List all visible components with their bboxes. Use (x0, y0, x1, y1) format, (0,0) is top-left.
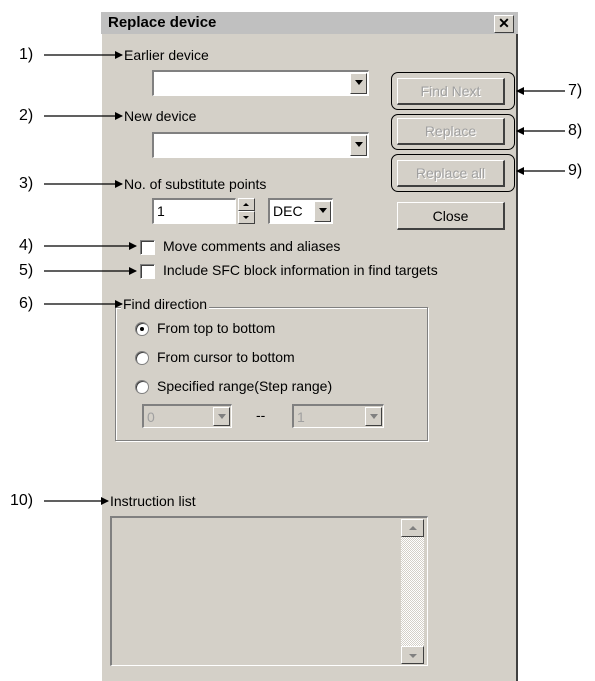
callout-9: 9) (568, 162, 583, 179)
callout-4: 4) (19, 237, 34, 254)
move-comments-label: Move comments and aliases (163, 238, 341, 254)
radio-specified-range[interactable] (135, 380, 149, 394)
radio-label-top-to-bottom: From top to bottom (157, 320, 276, 336)
instruction-list-scrollbar[interactable] (401, 519, 424, 664)
chevron-down-icon[interactable] (350, 135, 367, 156)
callout-10: 10) (10, 492, 34, 509)
instruction-list-label: Instruction list (110, 493, 196, 509)
include-sfc-checkbox[interactable] (140, 264, 155, 279)
dialog-title: Replace device (108, 14, 217, 31)
find-next-button[interactable]: Find Next (397, 78, 505, 105)
chevron-down-icon[interactable] (365, 407, 382, 426)
range-to-combo[interactable]: 1 (292, 404, 384, 428)
chevron-down-icon[interactable] (314, 201, 331, 222)
callout-8: 8) (568, 122, 583, 139)
new-device-label: New device (124, 108, 197, 124)
callout-1: 1) (19, 46, 34, 63)
callout-5: 5) (19, 262, 34, 279)
move-comments-checkbox[interactable] (140, 240, 155, 255)
radio-top-to-bottom[interactable] (135, 322, 149, 336)
close-icon[interactable]: ✕ (494, 15, 514, 33)
range-to-value: 1 (297, 409, 305, 425)
replace-button[interactable]: Replace (397, 118, 505, 145)
callout-2: 2) (19, 107, 34, 124)
range-separator: -- (256, 407, 266, 423)
scroll-up-icon[interactable] (401, 519, 424, 537)
instruction-list-box[interactable] (110, 516, 428, 666)
radio-label-cursor-to-bottom: From cursor to bottom (157, 349, 295, 365)
replace-all-button[interactable]: Replace all (397, 160, 505, 187)
earlier-device-combo[interactable] (152, 70, 369, 96)
chevron-down-icon[interactable] (350, 73, 367, 94)
scroll-down-icon[interactable] (401, 646, 424, 664)
substitute-points-label: No. of substitute points (124, 176, 267, 192)
radix-value: DEC (273, 203, 303, 219)
radix-combo[interactable]: DEC (268, 198, 333, 224)
include-sfc-label: Include SFC block information in find ta… (163, 262, 438, 278)
callout-7: 7) (568, 82, 583, 99)
range-from-value: 0 (147, 409, 155, 425)
spin-up-icon[interactable] (238, 198, 255, 211)
close-button[interactable]: Close (397, 202, 505, 230)
new-device-combo[interactable] (152, 132, 369, 158)
find-direction-label: Find direction (121, 296, 210, 312)
substitute-points-value: 1 (157, 203, 165, 219)
substitute-points-spinner[interactable] (238, 198, 255, 224)
radio-cursor-to-bottom[interactable] (135, 351, 149, 365)
callout-3: 3) (19, 175, 34, 192)
chevron-down-icon[interactable] (213, 407, 230, 426)
spin-down-icon[interactable] (238, 211, 255, 224)
radio-label-specified-range: Specified range(Step range) (157, 378, 333, 394)
earlier-device-label: Earlier device (124, 47, 209, 63)
range-from-combo[interactable]: 0 (142, 404, 232, 428)
callout-6: 6) (19, 295, 34, 312)
substitute-points-input[interactable]: 1 (152, 198, 236, 224)
